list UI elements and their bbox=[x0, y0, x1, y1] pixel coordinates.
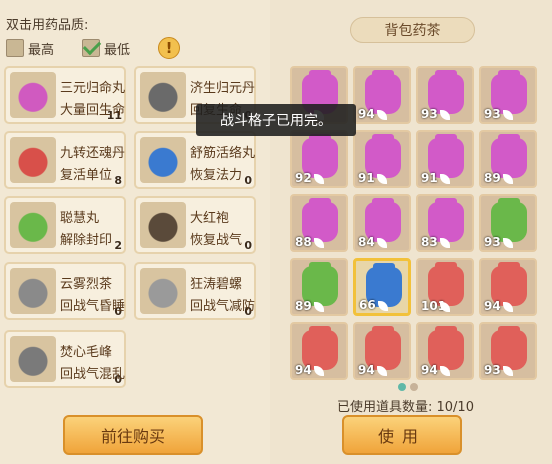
go-buy-button[interactable]: 前往购买 bbox=[63, 415, 203, 455]
bag-slot[interactable]: 89 bbox=[479, 130, 537, 188]
lowest-quality-label: 最低 bbox=[104, 42, 131, 58]
lowest-quality-checkbox[interactable] bbox=[82, 39, 101, 57]
medicine-panel: 双击用药品质: 最高 最低 ! 11三元归命丸大量回生命0济生归元丹回复生命8九… bbox=[0, 0, 270, 464]
bag-slot[interactable]: 94 bbox=[290, 322, 348, 380]
red-jar-icon bbox=[10, 137, 56, 183]
slot-quality: 93 bbox=[484, 235, 501, 249]
slot-quality: 89 bbox=[295, 299, 312, 313]
slot-quality: 94 bbox=[358, 107, 375, 121]
bag-slot[interactable]: 89 bbox=[290, 258, 348, 316]
medicine-name: 云雾烈茶 bbox=[60, 277, 113, 292]
use-button[interactable]: 使用 bbox=[342, 415, 462, 455]
medicine-card[interactable]: 2 聪慧丸解除封印 bbox=[4, 196, 126, 254]
slot-quality: 66 bbox=[359, 298, 376, 312]
medicine-effect: 回战气混乱 bbox=[60, 367, 126, 382]
bag-slot[interactable]: 94 bbox=[479, 258, 537, 316]
medicine-card[interactable]: 0 狂涛碧螺 回战气减防 bbox=[134, 262, 256, 320]
bag-slot[interactable]: 101 bbox=[416, 258, 474, 316]
quality-title: 双击用药品质: bbox=[6, 18, 89, 33]
medicine-name: 大红袍 bbox=[190, 211, 230, 226]
slot-quality: 94 bbox=[295, 363, 312, 377]
medicine-card[interactable]: 11 三元归命丸 大量回生命 bbox=[4, 66, 126, 124]
bag-slot[interactable]: 91 bbox=[416, 130, 474, 188]
slot-quality: 88 bbox=[295, 235, 312, 249]
medicine-name: 济生归元丹 bbox=[190, 81, 256, 96]
slot-quality: 93 bbox=[484, 107, 501, 121]
slot-quality: 84 bbox=[358, 235, 375, 249]
slot-quality: 94 bbox=[358, 363, 375, 377]
bag-slot[interactable]: 94 bbox=[353, 322, 411, 380]
medicine-count: 8 bbox=[114, 174, 122, 187]
teapot-icon bbox=[10, 336, 56, 382]
bag-title: 背包药茶 bbox=[350, 17, 475, 43]
bag-slot[interactable]: 66 bbox=[353, 258, 411, 316]
medicine-name: 三元归命丸 bbox=[60, 81, 126, 96]
pills-plate-icon bbox=[140, 72, 186, 118]
used-item-count: 已使用道具数量: 10/10 bbox=[337, 400, 474, 415]
tea-cup-icon bbox=[10, 268, 56, 314]
medicine-effect: 回战气减防 bbox=[190, 299, 256, 314]
tea-cup-icon bbox=[140, 268, 186, 314]
bag-slot[interactable]: 93 bbox=[479, 194, 537, 252]
medicine-name: 狂涛碧螺 bbox=[190, 277, 243, 292]
quality-options: 最高 最低 ! bbox=[6, 37, 181, 59]
slot-quality: 89 bbox=[484, 171, 501, 185]
bag-slot[interactable]: 94 bbox=[416, 322, 474, 380]
medicine-effect: 解除封印 bbox=[60, 233, 113, 248]
slot-quality: 91 bbox=[358, 171, 375, 185]
medicine-name: 九转还魂丹 bbox=[60, 146, 126, 161]
medicine-card[interactable]: 0 云雾烈茶 回战气昏睡 bbox=[4, 262, 126, 320]
bag-slot[interactable]: 93 bbox=[479, 66, 537, 124]
tea-bowl-icon bbox=[140, 202, 186, 248]
medicine-effect: 回战气昏睡 bbox=[60, 299, 126, 314]
medicine-name: 舒筋活络丸 bbox=[190, 146, 256, 161]
page-dot[interactable] bbox=[410, 383, 418, 391]
medicine-effect: 大量回生命 bbox=[60, 103, 126, 118]
info-warning-icon[interactable]: ! bbox=[158, 37, 181, 59]
green-vase-icon bbox=[10, 202, 56, 248]
slot-quality: 93 bbox=[484, 363, 501, 377]
highest-quality-checkbox[interactable] bbox=[6, 39, 24, 57]
slot-quality: 91 bbox=[421, 171, 438, 185]
medicine-effect: 复活单位 bbox=[60, 168, 113, 183]
medicine-count: 0 bbox=[244, 239, 252, 252]
bag-slot[interactable]: 93 bbox=[416, 66, 474, 124]
highest-quality-label: 最高 bbox=[28, 42, 55, 58]
bag-panel: 背包药茶 94 93 93 92 91 91 89 88 84 83 93 89 66 101 94 94 94… bbox=[280, 0, 552, 464]
medicine-name: 焚心毛峰 bbox=[60, 345, 113, 360]
bag-slot[interactable]: 84 bbox=[353, 194, 411, 252]
page-indicator bbox=[398, 383, 418, 391]
bag-slot[interactable]: 94 bbox=[353, 66, 411, 124]
medicine-count: 0 bbox=[244, 174, 252, 187]
slot-quality: 94 bbox=[484, 299, 501, 313]
bag-slot[interactable]: 93 bbox=[479, 322, 537, 380]
bag-slot[interactable]: 92 bbox=[290, 130, 348, 188]
medicine-card[interactable]: 8 九转还魂丹复活单位 bbox=[4, 131, 126, 189]
medicine-name: 聪慧丸 bbox=[60, 211, 100, 226]
slot-quality: 92 bbox=[295, 171, 312, 185]
bag-slot[interactable]: 83 bbox=[416, 194, 474, 252]
slot-quality: 94 bbox=[421, 363, 438, 377]
medicine-effect: 恢复法力 bbox=[190, 168, 243, 183]
blue-gourd-icon bbox=[140, 137, 186, 183]
medicine-effect: 恢复战气 bbox=[190, 233, 243, 248]
slot-quality: 93 bbox=[421, 107, 438, 121]
page-dot[interactable] bbox=[398, 383, 406, 391]
bag-slot[interactable]: 88 bbox=[290, 194, 348, 252]
bag-slot[interactable]: 91 bbox=[353, 130, 411, 188]
medicine-card[interactable]: 0 大红袍恢复战气 bbox=[134, 196, 256, 254]
medicine-card[interactable]: 0 焚心毛峰 回战气混乱 bbox=[4, 330, 126, 388]
medicine-count: 2 bbox=[114, 239, 122, 252]
medicine-card[interactable]: 0 舒筋活络丸恢复法力 bbox=[134, 131, 256, 189]
slot-quality: 83 bbox=[421, 235, 438, 249]
toast-message: 战斗格子已用完。 bbox=[196, 104, 356, 136]
pink-bottle-icon bbox=[10, 72, 56, 118]
